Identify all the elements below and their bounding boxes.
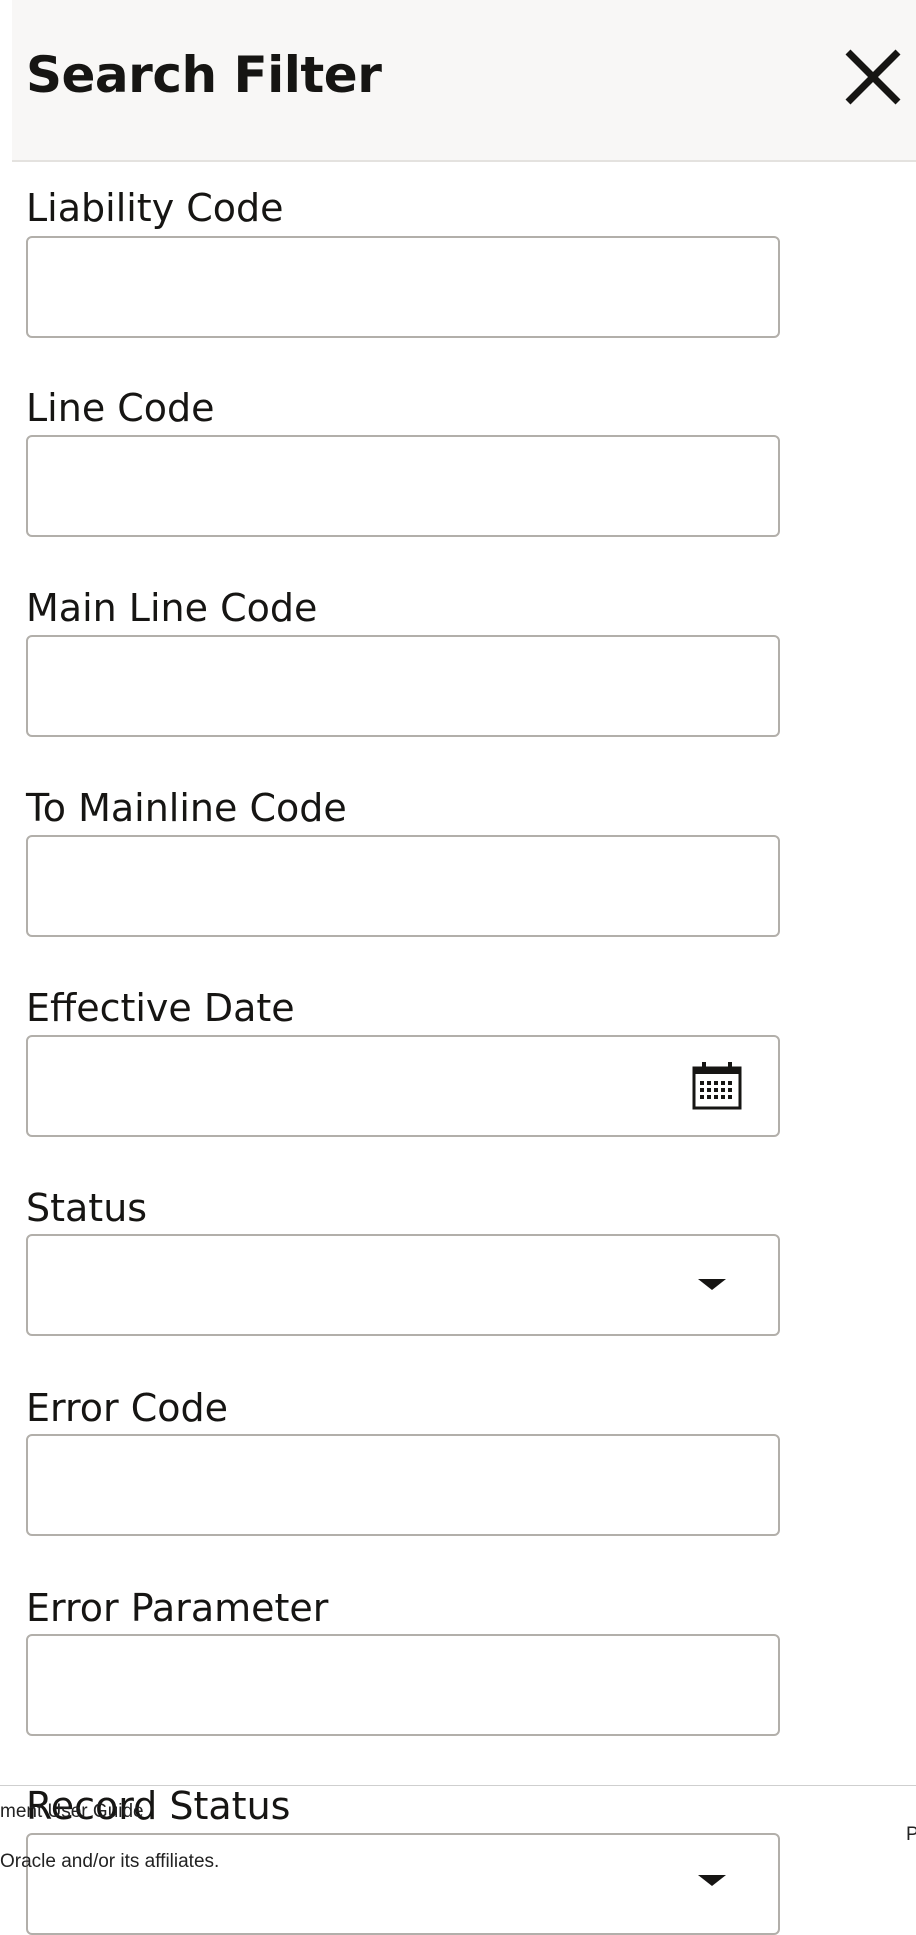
error-parameter-label: Error Parameter (26, 1586, 329, 1630)
status-select[interactable] (26, 1234, 780, 1336)
to-mainline-code-input[interactable] (26, 835, 780, 937)
close-button[interactable] (838, 42, 908, 112)
status-dropdown-toggle[interactable] (690, 1268, 734, 1298)
footer-divider (0, 1785, 916, 1786)
liability-code-label: Liability Code (26, 186, 284, 230)
main-line-code-input[interactable] (26, 635, 780, 737)
error-code-input[interactable] (26, 1434, 780, 1536)
line-code-input[interactable] (26, 435, 780, 537)
date-picker-button[interactable] (690, 1059, 744, 1113)
chevron-down-icon (698, 1279, 726, 1290)
to-mainline-code-label: To Mainline Code (26, 786, 347, 830)
effective-date-input[interactable] (26, 1035, 780, 1137)
dialog-header: Search Filter (12, 0, 916, 162)
calendar-icon (692, 1062, 742, 1110)
liability-code-input[interactable] (26, 236, 780, 338)
chevron-down-icon (698, 1875, 726, 1886)
main-line-code-label: Main Line Code (26, 586, 318, 630)
status-label: Status (26, 1186, 148, 1230)
footer-doc-title: ment User Guide (0, 1801, 144, 1822)
effective-date-label: Effective Date (26, 986, 295, 1030)
error-parameter-input[interactable] (26, 1634, 780, 1736)
footer-page-label: P (906, 1824, 916, 1845)
close-icon (845, 49, 901, 105)
footer-copyright: Oracle and/or its affiliates. (0, 1851, 220, 1872)
record-status-dropdown-toggle[interactable] (690, 1866, 734, 1890)
record-status-select[interactable] (26, 1833, 780, 1935)
dialog-title: Search Filter (26, 46, 382, 104)
line-code-label: Line Code (26, 386, 215, 430)
error-code-label: Error Code (26, 1386, 228, 1430)
